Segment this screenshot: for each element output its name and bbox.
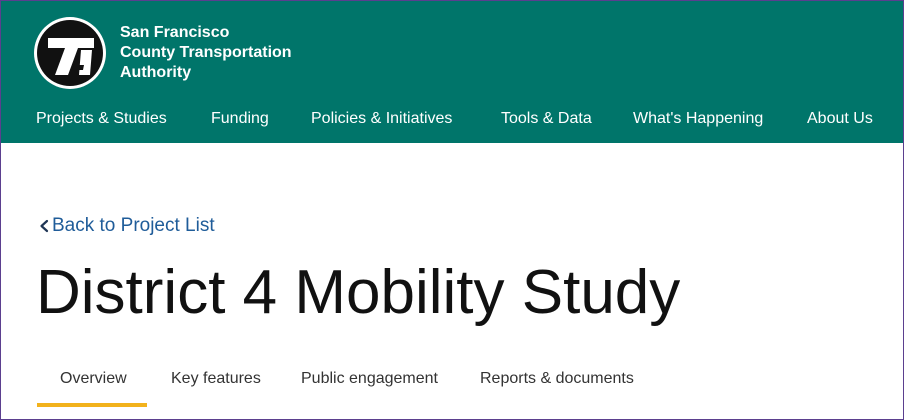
tab-overview[interactable]: Overview xyxy=(60,363,127,403)
org-name-line-1: San Francisco xyxy=(120,24,230,41)
back-link-label: Back to Project List xyxy=(52,215,215,236)
nav-item-whats-happening[interactable]: What's Happening xyxy=(633,105,763,133)
tab-key-features[interactable]: Key features xyxy=(171,363,261,403)
nav-item-policies-initiatives[interactable]: Policies & Initiatives xyxy=(311,105,452,133)
nav-item-funding[interactable]: Funding xyxy=(211,105,269,133)
browser-frame: San Francisco County Transportation Auth… xyxy=(0,0,904,420)
org-name: San Francisco County Transportation Auth… xyxy=(120,23,292,83)
nav-item-about-us[interactable]: About Us xyxy=(807,105,873,133)
tab-reports-documents[interactable]: Reports & documents xyxy=(480,363,634,403)
chevron-left-icon xyxy=(38,212,52,240)
org-name-line-3: Authority xyxy=(120,64,192,81)
tab-public-engagement[interactable]: Public engagement xyxy=(301,363,438,403)
active-tab-indicator xyxy=(37,403,147,407)
project-tabs: Overview Key features Public engagement … xyxy=(1,363,903,419)
site-header: San Francisco County Transportation Auth… xyxy=(1,1,903,143)
sfcta-logo-icon[interactable] xyxy=(34,17,106,89)
main-nav: Projects & Studies Funding Policies & In… xyxy=(1,105,903,135)
logo-graphic xyxy=(37,20,103,86)
back-to-project-list-link[interactable]: Back to Project List xyxy=(38,212,215,240)
nav-item-projects-studies[interactable]: Projects & Studies xyxy=(36,105,167,133)
org-name-line-2: County Transportation xyxy=(120,44,292,61)
nav-item-tools-data[interactable]: Tools & Data xyxy=(501,105,592,133)
page-title: District 4 Mobility Study xyxy=(36,258,681,327)
